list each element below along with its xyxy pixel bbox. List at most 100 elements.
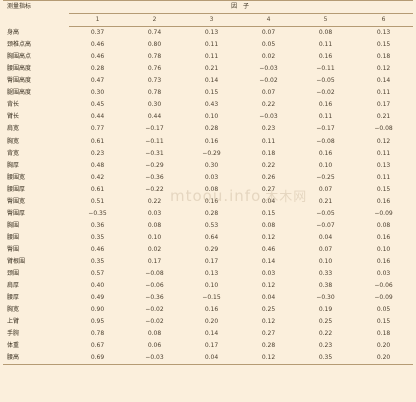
loading-cell: 0.25	[261, 306, 276, 314]
row-label: 手腕	[7, 330, 20, 338]
table-row: 身高 0.37 0.74 0.13 0.07 0.08 0.13	[3, 27, 413, 40]
loading-cell: −0.29	[145, 161, 164, 169]
loading-cell: 0.45	[90, 101, 105, 109]
loading-cell: 0.78	[147, 53, 162, 61]
table-row: 腰围 0.35 0.10 0.64 0.12 0.04 0.16	[3, 232, 413, 244]
table-row: 臀围厚 −0.35 0.03 0.28 0.15 −0.05 −0.09	[3, 208, 413, 220]
loading-cell: 0.44	[90, 113, 105, 121]
table-row: 肩宽 0.77 −0.17 0.28 0.23 −0.17 −0.08	[3, 123, 413, 135]
loading-cell: 0.20	[376, 342, 391, 350]
loading-cell: −0.07	[316, 221, 335, 229]
loading-cell: −0.36	[145, 294, 164, 302]
header-row-1: 测量指标 因 子	[3, 0, 414, 27]
loading-cell: −0.29	[202, 149, 221, 157]
loading-cell: 0.10	[204, 113, 219, 121]
table-row: 背长 0.45 0.30 0.43 0.22 0.16 0.17	[3, 99, 413, 111]
loading-cell: 0.13	[204, 29, 219, 37]
loading-cell: 0.43	[204, 101, 219, 109]
table-row: 臀围 0.46 0.02 0.29 0.46 0.07 0.10	[3, 244, 413, 256]
loading-cell: 0.20	[204, 318, 219, 326]
loading-cell: 0.14	[376, 77, 391, 85]
loading-cell: −0.08	[316, 137, 335, 145]
table-row: 腰厚 0.49 −0.36 −0.15 0.04 −0.30 −0.09	[3, 292, 413, 304]
loading-cell: −0.17	[145, 125, 164, 133]
loading-cell: 0.47	[90, 77, 105, 85]
loading-cell: 0.12	[376, 65, 391, 73]
loading-cell: 0.07	[318, 245, 333, 253]
loading-cell: 0.16	[204, 137, 219, 145]
loading-cell: 0.17	[204, 342, 219, 350]
loading-cell: 0.10	[318, 161, 333, 169]
loading-cell: 0.18	[376, 53, 391, 61]
loading-cell: 0.03	[376, 270, 391, 278]
loading-cell: 0.11	[204, 53, 219, 61]
loading-cell: 0.04	[318, 233, 333, 241]
loading-cell: −0.36	[145, 173, 164, 181]
table-body: 身高 0.37 0.74 0.13 0.07 0.08 0.13 颈椎点高 0.46 0.80 0.…	[3, 27, 414, 366]
loading-cell: 0.46	[90, 53, 105, 61]
loading-cell: 0.12	[261, 318, 276, 326]
loading-cell: −0.02	[145, 318, 164, 326]
loading-cell: −0.03	[259, 113, 278, 121]
loading-cell: 0.22	[147, 197, 162, 205]
loading-cell: 0.15	[376, 318, 391, 326]
table-row: 肩厚 0.40 −0.06 0.10 0.12 0.38 −0.06	[3, 280, 413, 292]
loading-cell: 0.21	[376, 113, 391, 121]
row-label: 胸厚	[7, 161, 20, 169]
loading-cell: 0.08	[147, 221, 162, 229]
loading-cell: 0.16	[376, 257, 391, 265]
table-row: 腰围高度 0.28 0.76 0.21 −0.03 −0.11 0.12	[3, 63, 413, 75]
loading-cell: 0.11	[318, 113, 333, 121]
loading-cell: 0.14	[204, 330, 219, 338]
corner-label: 测量指标	[3, 0, 69, 27]
loading-cell: 0.77	[90, 125, 105, 133]
loading-cell: 0.64	[204, 233, 219, 241]
loading-cell: 0.08	[147, 330, 162, 338]
table-row: 手腕 0.78 0.08 0.14 0.27 0.22 0.18	[3, 328, 413, 340]
loading-cell: 0.23	[90, 149, 105, 157]
loading-cell: 0.12	[240, 352, 297, 366]
loading-cell: 0.22	[261, 161, 276, 169]
row-label: 颈围	[7, 270, 20, 278]
table-row: 臀围宽 0.51 0.22 0.16 0.04 0.21 0.16	[3, 196, 413, 208]
loading-cell: 0.21	[318, 197, 333, 205]
row-label: 体重	[7, 342, 20, 350]
row-label: 臂长	[7, 113, 20, 121]
loading-cell: 0.42	[90, 173, 105, 181]
factor-loading-table: 测量指标 因 子 123456 身高 0.37 0.74 0.13 0.07 0.08 0.…	[3, 0, 414, 366]
loading-cell: 0.15	[376, 185, 391, 193]
loading-cell: 0.30	[90, 89, 105, 97]
loading-cell: −0.08	[145, 270, 164, 278]
loading-cell: 0.11	[376, 149, 391, 157]
table-row: 臀围高度 0.47 0.73 0.14 −0.02 −0.05 0.14	[3, 75, 413, 87]
loading-cell: 0.16	[204, 197, 219, 205]
loading-cell: 0.35	[90, 233, 105, 241]
loading-cell: 0.28	[90, 65, 105, 73]
table-row: 腰围厚 0.61 −0.22 0.08 0.27 0.07 0.15	[3, 184, 413, 196]
loading-cell: 0.05	[376, 306, 391, 314]
loading-cell: 0.30	[204, 161, 219, 169]
row-label: 胸宽	[7, 306, 20, 314]
loading-cell: 0.61	[90, 137, 105, 145]
loading-cell: −0.11	[145, 137, 164, 145]
loading-cell: 0.30	[147, 101, 162, 109]
loading-cell: 0.07	[261, 29, 276, 37]
loading-cell: 0.38	[318, 282, 333, 290]
loading-cell: 0.08	[204, 185, 219, 193]
loading-cell: 0.21	[204, 65, 219, 73]
factor-column-header: 1	[69, 13, 126, 28]
loading-cell: 0.18	[376, 330, 391, 338]
loading-cell: 0.04	[261, 197, 276, 205]
loading-cell: 0.15	[204, 89, 219, 97]
loading-cell: −0.05	[316, 77, 335, 85]
loading-cell: 0.16	[318, 149, 333, 157]
loading-cell: −0.02	[316, 89, 335, 97]
loading-cell: 0.03	[261, 270, 276, 278]
factor-column-header: 3	[183, 13, 240, 28]
table-row: 胸宽 0.90 −0.02 0.16 0.25 0.19 0.05	[3, 304, 413, 316]
loading-cell: 0.35	[297, 352, 354, 366]
loading-cell: 0.14	[204, 77, 219, 85]
table-row: 臂根围 0.35 0.17 0.17 0.14 0.10 0.16	[3, 256, 413, 268]
loading-cell: 0.27	[261, 330, 276, 338]
table-row: 上臂 0.95 −0.02 0.20 0.12 0.25 0.15	[3, 316, 413, 328]
